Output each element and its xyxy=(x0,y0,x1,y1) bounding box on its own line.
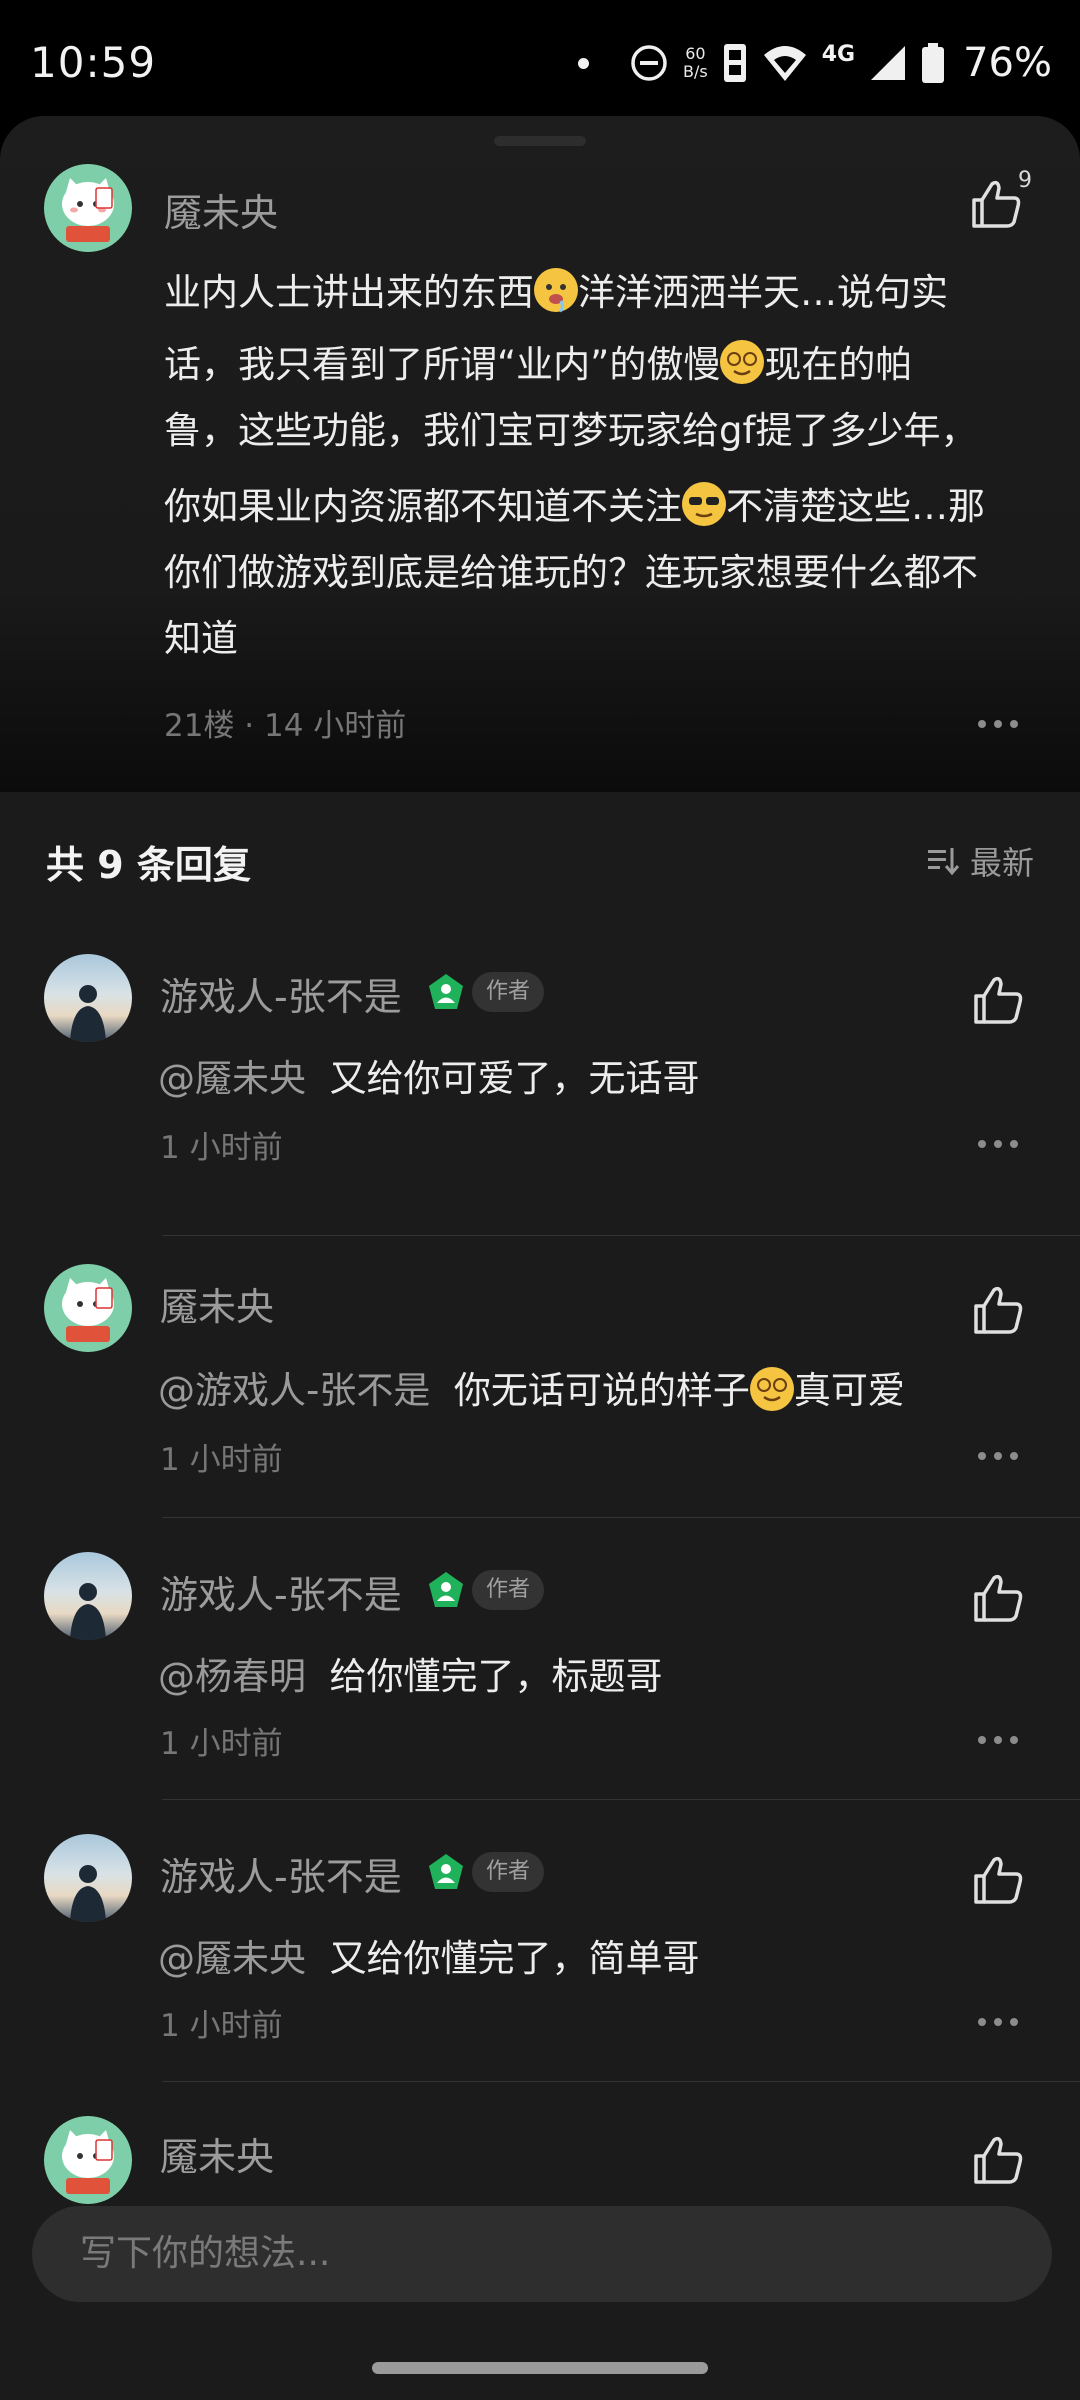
mention-link[interactable]: @杨春明 xyxy=(158,1655,306,1698)
reply-item: 游戏人-张不是 作者 @魇未央 又给你懂完了，简单哥 1 小时前 xyxy=(0,1800,1080,2082)
status-time: 10:59 xyxy=(30,38,157,87)
reply-text: 又给你可爱了，无话哥 xyxy=(329,1057,700,1100)
reply-content: @魇未央 又给你懂完了，简单哥 xyxy=(158,1928,700,1982)
wifi-icon xyxy=(763,46,806,81)
comment-text: 你如果业内资源都不知道不关注 xyxy=(164,485,682,528)
reply-content: @魇未央 又给你可爱了，无话哥 xyxy=(158,1048,700,1102)
comment-body-line: 你如果业内资源都不知道不关注 不清楚这些…那 xyxy=(164,474,985,540)
sunglasses-emoji-icon xyxy=(682,482,726,526)
status-icons: 60 B/s 4G 76% xyxy=(578,40,1052,86)
author-tag: 作者 xyxy=(472,972,545,1012)
notification-dot-icon xyxy=(578,57,590,69)
comment-text: 话，我只看到了所谓“业内”的傲慢 xyxy=(164,343,721,386)
cat-avatar-icon xyxy=(62,1278,114,1342)
reply-author[interactable]: 魇未央 xyxy=(160,2126,274,2181)
reply-item: 魇未央 @游戏人-张不是 你无话可说的样子 真可爱 1 小时前 xyxy=(0,1236,1080,1518)
comment-text: 不清楚这些…那 xyxy=(726,485,985,528)
sort-icon xyxy=(927,848,960,876)
comment-text: 现在的帕 xyxy=(764,343,913,386)
avatar[interactable] xyxy=(44,2116,132,2204)
drag-handle[interactable] xyxy=(494,136,586,146)
more-options-icon[interactable] xyxy=(978,2018,1018,2028)
comment-meta: 21楼 · 14 小时前 xyxy=(164,708,407,744)
reply-author[interactable]: 游戏人-张不是 xyxy=(160,1564,402,1619)
more-options-icon[interactable] xyxy=(978,1140,1018,1150)
dnd-icon xyxy=(631,45,667,81)
comment-input[interactable]: 写下你的想法... xyxy=(32,2206,1052,2302)
reply-content: @杨春明 给你懂完了，标题哥 xyxy=(158,1646,663,1700)
reply-content: @游戏人-张不是 你无话可说的样子 真可爱 xyxy=(158,1360,905,1414)
verified-creator-badge-icon xyxy=(429,1572,463,1607)
avatar[interactable] xyxy=(44,1834,132,1922)
cat-avatar-icon xyxy=(62,2130,114,2194)
more-options-icon[interactable] xyxy=(978,1736,1018,1746)
cat-avatar-icon xyxy=(62,178,114,242)
avatar[interactable] xyxy=(44,954,132,1042)
reply-author[interactable]: 游戏人-张不是 xyxy=(160,1846,402,1901)
person-avatar-icon xyxy=(70,1583,106,1640)
reply-text: 给你懂完了，标题哥 xyxy=(329,1655,663,1698)
like-icon[interactable] xyxy=(970,1282,1026,1338)
data-saver-icon xyxy=(723,44,746,82)
reply-author[interactable]: 魇未央 xyxy=(160,1276,274,1331)
person-avatar-icon xyxy=(70,985,106,1042)
reply-text: 你无话可说的样子 xyxy=(453,1369,750,1412)
sort-button[interactable]: 最新 xyxy=(926,838,1034,884)
avatar[interactable] xyxy=(44,164,132,252)
reply-author[interactable]: 游戏人-张不是 xyxy=(160,966,402,1021)
author-tag: 作者 xyxy=(472,1570,545,1610)
net-speed-value: 60 xyxy=(685,44,706,63)
reply-item: 游戏人-张不是 作者 @魇未央 又给你可爱了，无话哥 1 小时前 xyxy=(0,954,1080,1236)
comment-author[interactable]: 魇未央 xyxy=(164,182,278,237)
signal-icon xyxy=(871,46,906,80)
author-tag: 作者 xyxy=(472,1852,545,1892)
comment-body-line: 知道 xyxy=(164,617,238,660)
reply-item: 游戏人-张不是 作者 @杨春明 给你懂完了，标题哥 1 小时前 xyxy=(0,1518,1080,1800)
status-bar: 10:59 60 B/s 4G 76% xyxy=(0,0,1080,118)
mention-link[interactable]: @魇未央 xyxy=(158,1937,306,1980)
comment-body-line: 业内人士讲出来的东西 洋洋洒洒半天…说句实 xyxy=(164,260,948,326)
main-comment-card: 魇未央 9 业内人士讲出来的东西 洋洋洒洒半天…说句实 话，我只看到了所谓“业内… xyxy=(0,116,1080,792)
verified-creator-badge-icon xyxy=(429,1854,463,1889)
mention-link[interactable]: @魇未央 xyxy=(158,1057,306,1100)
home-indicator[interactable] xyxy=(372,2362,708,2374)
reply-time: 1 小时前 xyxy=(160,1442,283,1478)
reply-time: 1 小时前 xyxy=(160,2008,283,2044)
comment-body-line: 话，我只看到了所谓“业内”的傲慢 现在的帕 xyxy=(164,332,912,398)
bottom-bar: 写下你的想法... xyxy=(0,2206,1080,2400)
reply-text: 又给你懂完了，简单哥 xyxy=(329,1937,700,1980)
sort-label: 最新 xyxy=(969,844,1034,882)
mention-link[interactable]: @游戏人-张不是 xyxy=(158,1369,430,1412)
replies-panel: 共 9 条回复 最新 游戏人-张不是 作者 @魇未央 又给你可爱了，无话哥 1 … xyxy=(0,792,1080,2206)
reply-item: 魇未央 xyxy=(0,2082,1080,2206)
verified-creator-badge-icon xyxy=(429,974,463,1009)
more-options-icon[interactable] xyxy=(978,1452,1018,1462)
net-speed: 60 B/s xyxy=(683,45,708,81)
like-icon[interactable] xyxy=(970,1852,1026,1908)
smirk-glasses-emoji-icon xyxy=(749,1367,794,1411)
more-options-icon[interactable] xyxy=(978,720,1018,730)
avatar[interactable] xyxy=(44,1552,132,1640)
battery-icon xyxy=(922,43,945,83)
like-icon[interactable] xyxy=(970,972,1026,1028)
like-icon[interactable] xyxy=(970,2132,1026,2188)
person-avatar-icon xyxy=(70,1865,106,1922)
battery-percent: 76% xyxy=(963,40,1052,86)
like-count: 9 xyxy=(1018,168,1032,193)
network-type: 4G xyxy=(821,41,856,67)
reply-time: 1 小时前 xyxy=(160,1130,283,1166)
like-icon[interactable] xyxy=(968,176,1024,232)
net-speed-unit: B/s xyxy=(683,62,708,81)
replies-count-title: 共 9 条回复 xyxy=(46,843,251,887)
comment-text: 洋洋洒洒半天…说句实 xyxy=(578,271,948,314)
comment-body-line: 你们做游戏到底是给谁玩的？连玩家想要什么都不 xyxy=(164,551,978,594)
reply-text: 真可爱 xyxy=(793,1369,905,1412)
comment-body-line: 鲁，这些功能，我们宝可梦玩家给gf提了多少年， xyxy=(164,409,978,452)
avatar[interactable] xyxy=(44,1264,132,1352)
comment-text: 业内人士讲出来的东西 xyxy=(164,271,534,314)
drooling-emoji-icon xyxy=(534,268,578,313)
smirk-glasses-emoji-icon xyxy=(720,340,765,384)
reply-time: 1 小时前 xyxy=(160,1726,283,1762)
like-icon[interactable] xyxy=(970,1570,1026,1626)
